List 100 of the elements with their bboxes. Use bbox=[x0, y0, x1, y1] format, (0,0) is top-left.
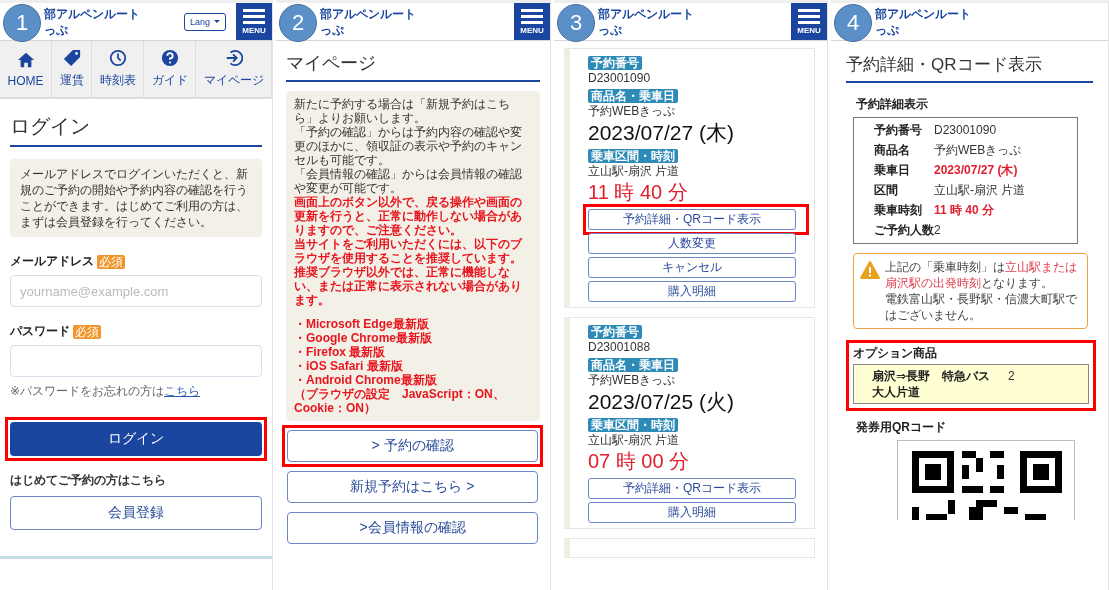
field-tag: 商品名・乗車日 bbox=[588, 89, 678, 103]
menu-link-button[interactable]: > 予約の確認 bbox=[287, 430, 538, 462]
site-title: っぷ bbox=[44, 21, 69, 38]
nav-tab[interactable]: 時刻表 bbox=[92, 41, 144, 97]
page-heading: マイページ bbox=[286, 51, 540, 82]
detail-label: ご予約人数 bbox=[874, 223, 934, 238]
clock-icon bbox=[108, 49, 127, 67]
menu-button[interactable]: MENU bbox=[514, 3, 550, 40]
login-icon bbox=[224, 49, 243, 67]
register-button[interactable]: 会員登録 bbox=[10, 496, 262, 530]
menu-link-button[interactable]: 新規予約はこちら > bbox=[287, 471, 538, 503]
option-quantity: 2 bbox=[1008, 368, 1015, 385]
required-tag: 必須 bbox=[97, 254, 125, 269]
option-name: 扇沢⇒長野 特急バス大人片道 bbox=[872, 368, 992, 400]
route-text: 立山駅-扇沢 片道 bbox=[588, 433, 681, 448]
email-field[interactable]: yourname@example.com bbox=[10, 275, 262, 307]
site-title: 部アルペンルート bbox=[875, 5, 972, 22]
caret-icon bbox=[214, 20, 220, 23]
forgot-password-note: ※パスワードをお忘れの方はこちら bbox=[10, 383, 202, 400]
nav-tab[interactable]: マイページ bbox=[196, 41, 272, 97]
notice-text: 「会員情報の確認」からは会員情報の確認や変更が可能です。 bbox=[294, 167, 523, 195]
menu-icon bbox=[798, 8, 820, 24]
reservation-number: D23001088 bbox=[588, 340, 652, 355]
step-number: 4 bbox=[834, 4, 872, 42]
notice-box: メールアドレスでログインいただくと、新規のご予約の開始や予約内容の確認を行うことができます。はじめてご利用の方は、まずは会員登録を行ってください。 bbox=[10, 159, 262, 237]
home-icon bbox=[16, 50, 35, 69]
menu-button[interactable]: MENU bbox=[236, 3, 272, 40]
detail-label: 予約番号 bbox=[874, 123, 923, 138]
site-title: っぷ bbox=[598, 21, 623, 38]
section-title: 予約詳細表示 bbox=[856, 96, 929, 113]
site-title: 部アルペンルート bbox=[320, 5, 417, 22]
browser-item: ・Microsoft Edge最新版 bbox=[294, 317, 430, 331]
notice-text: 推奨ブラウザ以外では、正常に機能しない、または正常に表示されない場合があります。 bbox=[294, 265, 523, 307]
menu-icon bbox=[243, 8, 265, 24]
field-label: メールアドレス bbox=[10, 253, 94, 270]
field-tag: 予約番号 bbox=[588, 56, 642, 70]
menu-button[interactable]: MENU bbox=[791, 3, 827, 40]
reservation-number: D23001090 bbox=[588, 71, 652, 86]
nav-tab[interactable]: HOME bbox=[0, 41, 52, 97]
detail-value: 立山駅-扇沢 片道 bbox=[934, 183, 1027, 198]
menu-icon bbox=[521, 8, 543, 24]
site-title: っぷ bbox=[875, 21, 900, 38]
browser-item: ・iOS Safari 最新版 bbox=[294, 359, 404, 373]
site-title: 部アルペンルート bbox=[598, 5, 695, 22]
action-button[interactable]: 予約詳細・QRコード表示 bbox=[588, 209, 796, 230]
notice-text: 新たに予約する場合は「新規予約はこちら」よりお願いします。 bbox=[294, 97, 511, 125]
browser-item: ・Google Chrome最新版 bbox=[294, 331, 433, 345]
detail-value: 2 bbox=[934, 223, 942, 238]
action-button[interactable]: 人数変更 bbox=[588, 233, 796, 254]
travel-date: 2023/07/27 (木) bbox=[588, 120, 735, 146]
warning-icon bbox=[860, 261, 880, 279]
nav-tab[interactable]: 運賃 bbox=[52, 41, 92, 97]
tag-icon bbox=[62, 49, 81, 67]
browser-item: ・Android Chrome最新版 bbox=[294, 373, 438, 387]
browser-item: ・Firefox 最新版 bbox=[294, 345, 387, 359]
language-button[interactable]: Lang bbox=[183, 12, 226, 31]
notice-text: 上記の「乗車時刻」は立山駅または扇沢駅の出発時刻となります。 bbox=[885, 259, 1078, 291]
register-prompt: はじめてご予約の方はこちら bbox=[10, 472, 167, 489]
route-text: 立山駅-扇沢 片道 bbox=[588, 164, 681, 179]
action-button[interactable]: 購入明細 bbox=[588, 281, 796, 302]
notice-text: 「予約の確認」からは予約内容の確認や変更のほかに、領収証の表示や予約のキャンセルも可能です。 bbox=[294, 125, 523, 167]
section-title: 発券用QRコード bbox=[856, 419, 947, 436]
step-number: 1 bbox=[3, 4, 41, 42]
password-field[interactable] bbox=[10, 345, 262, 377]
browser-item: （ブラウザの設定 JavaScript：ON、Cookie：ON） bbox=[294, 387, 506, 415]
detail-value: 11 時 40 分 bbox=[934, 203, 996, 218]
detail-value: 2023/07/27 (木) bbox=[934, 163, 1019, 178]
notice-text: 当サイトをご利用いただくには、以下のブラウザを使用することを推奨しています。 bbox=[294, 237, 524, 265]
detail-value: D23001090 bbox=[934, 123, 998, 138]
required-tag: 必須 bbox=[73, 324, 101, 339]
section-title: オプション商品 bbox=[853, 345, 938, 362]
site-title: 部アルペンルート bbox=[44, 5, 141, 22]
forgot-password-link[interactable]: こちら bbox=[164, 384, 201, 398]
field-tag: 乗車区間・時刻 bbox=[588, 418, 678, 432]
detail-label: 商品名 bbox=[874, 143, 911, 158]
detail-value: 予約WEBきっぷ bbox=[934, 143, 1023, 158]
product-name: 予約WEBきっぷ bbox=[588, 373, 677, 388]
action-button[interactable]: 購入明細 bbox=[588, 502, 796, 523]
site-title: っぷ bbox=[320, 21, 345, 38]
page-heading: 予約詳細・QRコード表示 bbox=[846, 53, 1093, 83]
notice-text: 画面上のボタン以外で、戻る操作や画面の更新を行うと、正常に動作しない場合がありますので、ご注意ください。 bbox=[294, 195, 523, 237]
page-heading: ログイン bbox=[10, 113, 262, 147]
step-number: 3 bbox=[557, 4, 595, 42]
action-button[interactable]: キャンセル bbox=[588, 257, 796, 278]
action-button[interactable]: 予約詳細・QRコード表示 bbox=[588, 478, 796, 499]
menu-link-button[interactable]: >会員情報の確認 bbox=[287, 512, 538, 544]
step-number: 2 bbox=[279, 4, 317, 42]
login-button[interactable]: ログイン bbox=[10, 422, 262, 456]
field-tag: 商品名・乗車日 bbox=[588, 358, 678, 372]
detail-label: 乗車日 bbox=[874, 163, 911, 178]
field-tag: 乗車区間・時刻 bbox=[588, 149, 678, 163]
travel-date: 2023/07/25 (火) bbox=[588, 389, 735, 415]
detail-label: 区間 bbox=[874, 183, 899, 198]
field-label: パスワード bbox=[10, 323, 70, 340]
departure-time: 07 時 00 分 bbox=[588, 449, 691, 474]
product-name: 予約WEBきっぷ bbox=[588, 104, 677, 119]
nav-tab[interactable]: ガイド bbox=[144, 41, 196, 97]
detail-label: 乗車時刻 bbox=[874, 203, 923, 218]
notice-text: 電鉄富山駅・長野駅・信濃大町駅ではございません。 bbox=[885, 291, 1078, 323]
field-tag: 予約番号 bbox=[588, 325, 642, 339]
